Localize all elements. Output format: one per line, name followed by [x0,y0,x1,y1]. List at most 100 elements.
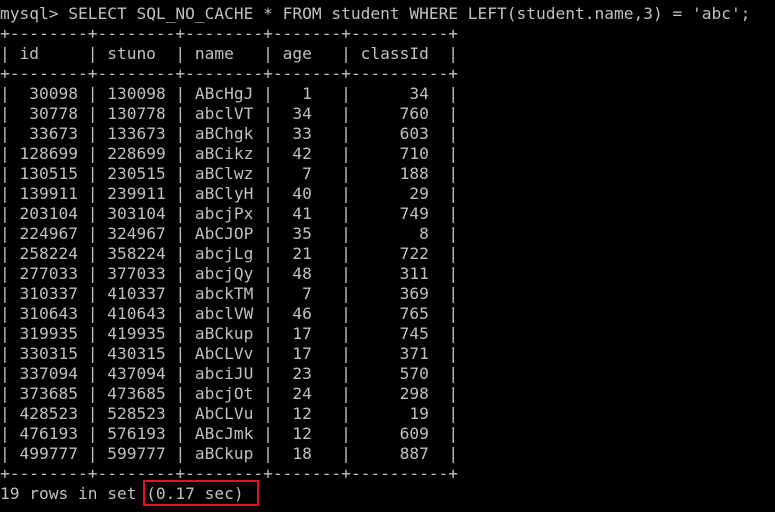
table-row: | 30098 | 130098 | ABcHgJ | 1 | 34 | [0,84,458,104]
table-cell: | ABcJmk [175,424,264,443]
table-header-row: | id | stuno | name | age | classId | [0,44,459,63]
table-cell: | aBCikz [175,144,264,163]
table-cell: | abciJU [175,364,264,383]
table-row: | 128699 | 228699 | aBCikz | 42 | 710 | [0,144,458,164]
table-cell: | AbCLVu [175,404,264,423]
table-row: | 139911 | 239911 | aBClyH | 40 | 29 | [0,184,458,204]
table-cell: | 330315 [0,344,88,363]
table-cell: | 576193 [87,424,176,443]
command-line: mysql> SELECT SQL_NO_CACHE * FROM studen… [0,4,750,24]
table-cell: | 599777 [87,444,176,463]
table-cell: | 12 [263,424,342,443]
table-row: | 337094 | 437094 | abciJU | 23 | 570 | [0,364,458,384]
table-cell: | 18 [263,444,342,463]
table-cell: | 228699 [87,144,176,163]
table-cell: | 310643 [0,304,88,323]
table-cell: | abckTM [175,284,264,303]
table-cell: | 30098 [0,84,88,103]
table-cell: | 42 [263,144,342,163]
result-summary-line: 19 rows in set (0.17 sec) [0,484,244,504]
table-bottom-border: +--------+--------+--------+-------+----… [0,464,459,483]
table-cell: | 528523 [87,404,176,423]
table-cell: | 130515 [0,164,88,183]
table-cell: | 749 | [341,204,459,223]
table-cell: | 887 | [341,444,459,463]
table-cell: | 188 | [341,164,459,183]
table-cell: | 17 [263,344,342,363]
table-cell: | AbCLVv [175,344,264,363]
table-cell: | 603 | [341,124,459,143]
table-cell: | aBClyH [175,184,264,203]
table-cell: | abclVT [175,104,264,123]
table-cell: | 277033 [0,264,88,283]
table-cell: | 8 | [341,224,459,243]
table-cell: | 419935 [87,324,176,343]
table-row: | 310643 | 410643 | abclVW | 46 | 765 | [0,304,458,324]
table-row: | 258224 | 358224 | abcjLg | 21 | 722 | [0,244,458,264]
table-row: | 319935 | 419935 | aBCkup | 17 | 745 | [0,324,458,344]
table-cell: | aBCkup [175,324,264,343]
table-cell: | 23 [263,364,342,383]
table-cell: | 203104 [0,204,88,223]
table-cell: | 224967 [0,224,88,243]
table-cell: | 428523 [0,404,88,423]
table-cell: | 430315 [87,344,176,363]
table-cell: | aBCkup [175,444,264,463]
table-cell: | 17 [263,324,342,343]
table-cell: | abcjQy [175,264,264,283]
table-cell: | 29 | [341,184,459,203]
table-cell: | 1 [263,84,342,103]
table-cell: | 371 | [341,344,459,363]
table-row: | 499777 | 599777 | aBCkup | 18 | 887 | [0,444,458,464]
table-cell: | 745 | [341,324,459,343]
table-cell: | 239911 [87,184,176,203]
table-cell: | 710 | [341,144,459,163]
mysql-prompt: mysql> [0,4,59,23]
table-cell: | 499777 [0,444,88,463]
table-cell: | 130098 [87,84,176,103]
table-cell: | 303104 [87,204,176,223]
table-row: | 224967 | 324967 | AbCJOP | 35 | 8 | [0,224,458,244]
table-cell: | abclVW [175,304,264,323]
table-row: | 428523 | 528523 | AbCLVu | 12 | 19 | [0,404,458,424]
table-row: | 203104 | 303104 | abcjPx | 41 | 749 | [0,204,458,224]
table-cell: | AbCJOP [175,224,264,243]
table-cell: | 41 [263,204,342,223]
table-cell: | 46 [263,304,342,323]
table-cell: | 7 [263,284,342,303]
table-cell: | 473685 [87,384,176,403]
table-cell: | 324967 [87,224,176,243]
sql-command: SELECT SQL_NO_CACHE * FROM student WHERE… [58,4,751,23]
table-cell: | 369 | [341,284,459,303]
table-cell: | 311 | [341,264,459,283]
table-cell: | ABcHgJ [175,84,264,103]
table-cell: | 258224 [0,244,88,263]
table-cell: | abcjLg [175,244,264,263]
table-cell: | 722 | [341,244,459,263]
table-cell: | 24 [263,384,342,403]
table-cell: | 130778 [87,104,176,123]
table-cell: | 12 [263,404,342,423]
table-cell: | 437094 [87,364,176,383]
table-cell: | 48 [263,264,342,283]
table-row: | 330315 | 430315 | AbCLVv | 17 | 371 | [0,344,458,364]
table-cell: | aBClwz [175,164,264,183]
table-cell: | aBChgk [175,124,264,143]
table-cell: | 19 | [341,404,459,423]
rows-in-set-text: 19 rows in set [0,484,147,503]
table-cell: | 358224 [87,244,176,263]
table-cell: | 765 | [341,304,459,323]
table-cell: | 319935 [0,324,88,343]
table-cell: | 128699 [0,144,88,163]
table-cell: | 34 [263,104,342,123]
table-row: | 373685 | 473685 | abcjOt | 24 | 298 | [0,384,458,404]
table-cell: | 30778 [0,104,88,123]
table-cell: | 570 | [341,364,459,383]
table-cell: | 337094 [0,364,88,383]
table-cell: | 133673 [87,124,176,143]
table-header-border: +--------+--------+--------+-------+----… [0,64,459,83]
terminal-window[interactable]: mysql> SELECT SQL_NO_CACHE * FROM studen… [0,0,775,512]
query-timing: (0.17 sec) [146,484,244,503]
table-cell: | 40 [263,184,342,203]
table-cell: | 310337 [0,284,88,303]
